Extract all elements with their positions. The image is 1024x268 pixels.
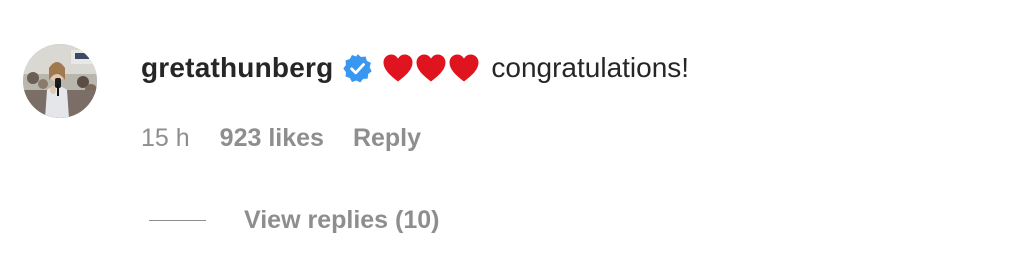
profile-photo-icon: [23, 44, 97, 118]
reply-button[interactable]: Reply: [353, 124, 421, 153]
comment-text: congratulations!: [491, 52, 690, 83]
comment: gretathunberg congratulations! 15 h 923 …: [0, 0, 1024, 268]
timestamp[interactable]: 15 h: [141, 124, 190, 153]
heart-emoji-group: [382, 53, 481, 83]
comment-line: gretathunberg congratulations!: [141, 44, 689, 92]
likes-count[interactable]: 923 likes: [220, 124, 324, 153]
username-link[interactable]: gretathunberg: [141, 52, 333, 84]
heart-icon: [449, 54, 479, 82]
heart-icon: [416, 54, 446, 82]
heart-icon: [383, 54, 413, 82]
verified-badge-icon: [342, 53, 373, 84]
view-replies-label: View replies (10): [244, 205, 440, 234]
avatar[interactable]: [23, 44, 97, 118]
comment-meta: 15 h 923 likes Reply: [141, 120, 421, 156]
divider-line: [149, 219, 206, 221]
view-replies-button[interactable]: View replies (10): [149, 202, 439, 238]
